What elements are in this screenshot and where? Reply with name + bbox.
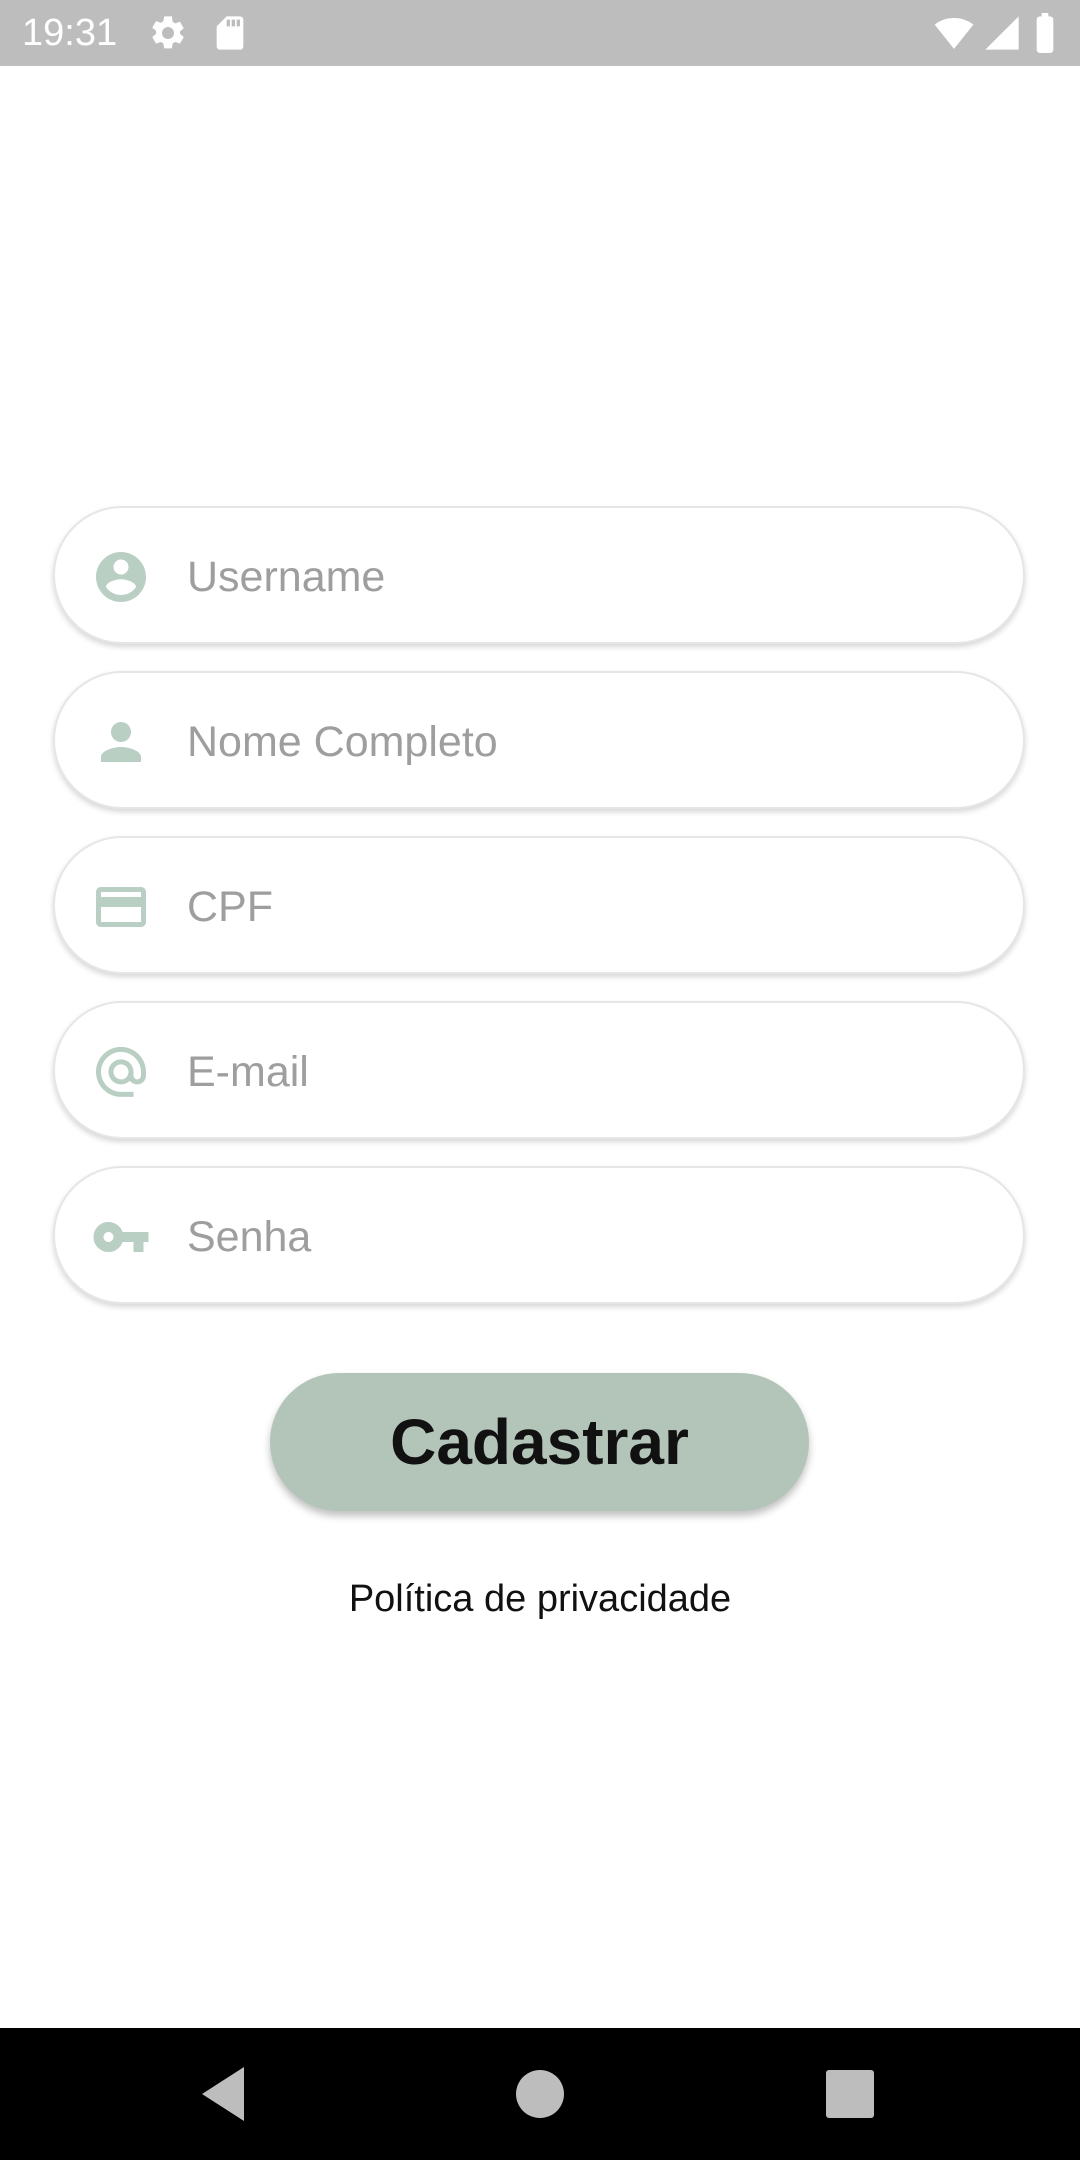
full-name-input[interactable]: [187, 707, 987, 777]
status-time: 19:31: [22, 12, 118, 54]
email-input[interactable]: [187, 1037, 987, 1107]
at-sign-icon: [91, 1042, 151, 1102]
full-name-field[interactable]: [53, 671, 1025, 809]
credit-card-icon: [91, 877, 151, 937]
username-input[interactable]: [187, 542, 987, 612]
battery-icon: [1030, 13, 1060, 53]
register-button[interactable]: Cadastrar: [270, 1373, 809, 1511]
username-field[interactable]: [53, 506, 1025, 644]
email-field[interactable]: [53, 1001, 1025, 1139]
privacy-policy-link[interactable]: Política de privacidade: [0, 1578, 1080, 1621]
key-icon: [91, 1207, 151, 1267]
account-circle-icon: [91, 547, 151, 607]
signal-icon: [982, 13, 1022, 53]
password-input[interactable]: [187, 1202, 987, 1272]
sd-card-icon: [210, 13, 250, 53]
home-icon[interactable]: [504, 2058, 576, 2130]
recents-icon[interactable]: [814, 2058, 886, 2130]
cpf-input[interactable]: [187, 872, 987, 942]
cpf-field[interactable]: [53, 836, 1025, 974]
status-bar: 19:31: [0, 0, 1080, 66]
navigation-bar: [0, 2028, 1080, 2160]
password-field[interactable]: [53, 1166, 1025, 1304]
back-icon[interactable]: [190, 2058, 262, 2130]
person-icon: [91, 712, 151, 772]
gear-icon: [148, 13, 188, 53]
wifi-icon: [934, 13, 974, 53]
